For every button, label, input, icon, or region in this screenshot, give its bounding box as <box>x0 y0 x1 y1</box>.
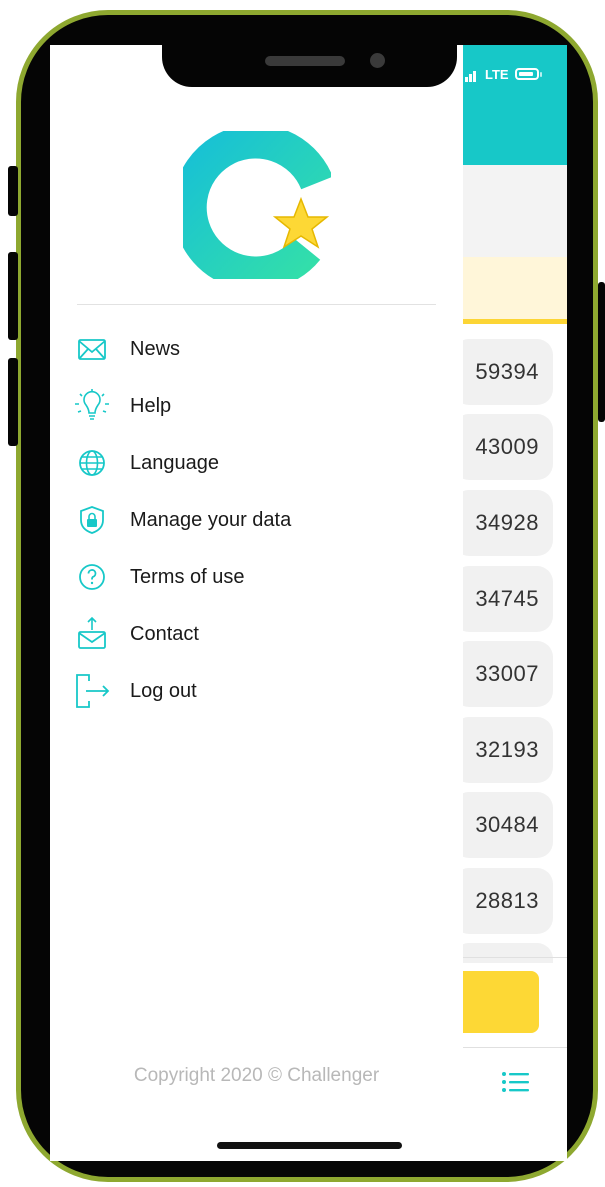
menu-item-label: Log out <box>130 680 197 702</box>
mute-switch <box>8 166 18 216</box>
background-app: LTE 59394 43009 34928 34745 33007 32193 … <box>453 45 567 1161</box>
score-item[interactable]: 28813 <box>453 868 553 934</box>
menu-item-label: News <box>130 338 181 360</box>
score-item[interactable]: 30484 <box>453 792 553 858</box>
shield-lock-icon <box>80 506 104 534</box>
logout-icon <box>76 674 110 708</box>
signal-icon <box>465 71 477 82</box>
front-camera <box>370 53 385 68</box>
app-header: LTE <box>463 45 567 165</box>
score-item[interactable]: 34928 <box>453 490 553 556</box>
lightbulb-icon <box>75 389 109 420</box>
list-icon[interactable] <box>501 1070 531 1094</box>
score-item[interactable]: 34745 <box>453 566 553 632</box>
menu-item-news[interactable]: News <box>72 325 432 373</box>
menu-item-language[interactable]: Language <box>72 439 432 487</box>
envelope-icon <box>78 339 106 360</box>
globe-icon <box>79 450 105 476</box>
score-item[interactable]: 32193 <box>453 717 553 783</box>
power-button <box>598 282 605 422</box>
menu-item-logout[interactable]: Log out <box>72 667 432 715</box>
score-item[interactable]: 59394 <box>453 339 553 405</box>
volume-down-button <box>8 358 18 446</box>
score-item-partial <box>453 943 553 963</box>
menu-item-label: Manage your data <box>130 509 292 531</box>
action-button[interactable] <box>463 971 539 1033</box>
tabbar-divider <box>463 1047 567 1048</box>
app-logo <box>183 131 331 279</box>
score-item[interactable]: 43009 <box>453 414 553 480</box>
volume-up-button <box>8 252 18 340</box>
menu-item-contact[interactable]: Contact <box>72 610 432 658</box>
menu-item-manage-data[interactable]: Manage your data <box>72 496 432 544</box>
network-label: LTE <box>485 67 509 82</box>
score-item[interactable]: 33007 <box>453 641 553 707</box>
battery-icon <box>515 68 539 80</box>
copyright-text: Copyright 2020 © Challenger <box>133 1065 380 1086</box>
notch <box>162 45 457 87</box>
menu-item-label: Help <box>130 395 172 417</box>
side-drawer: News Help Language Manage your data Term… <box>50 45 463 1161</box>
menu-item-label: Contact <box>130 623 199 645</box>
envelope-upload-icon <box>78 616 106 649</box>
menu-item-help[interactable]: Help <box>72 382 432 430</box>
menu-item-label: Terms of use <box>130 566 245 588</box>
banner <box>463 257 567 324</box>
home-indicator[interactable] <box>217 1142 402 1149</box>
menu-item-label: Language <box>130 452 219 474</box>
divider <box>463 957 567 958</box>
question-circle-icon <box>79 564 105 590</box>
battery-tip <box>540 72 542 77</box>
search-area[interactable] <box>463 165 567 257</box>
drawer-divider <box>77 304 436 305</box>
menu-item-terms[interactable]: Terms of use <box>72 553 432 601</box>
speaker <box>265 56 345 66</box>
